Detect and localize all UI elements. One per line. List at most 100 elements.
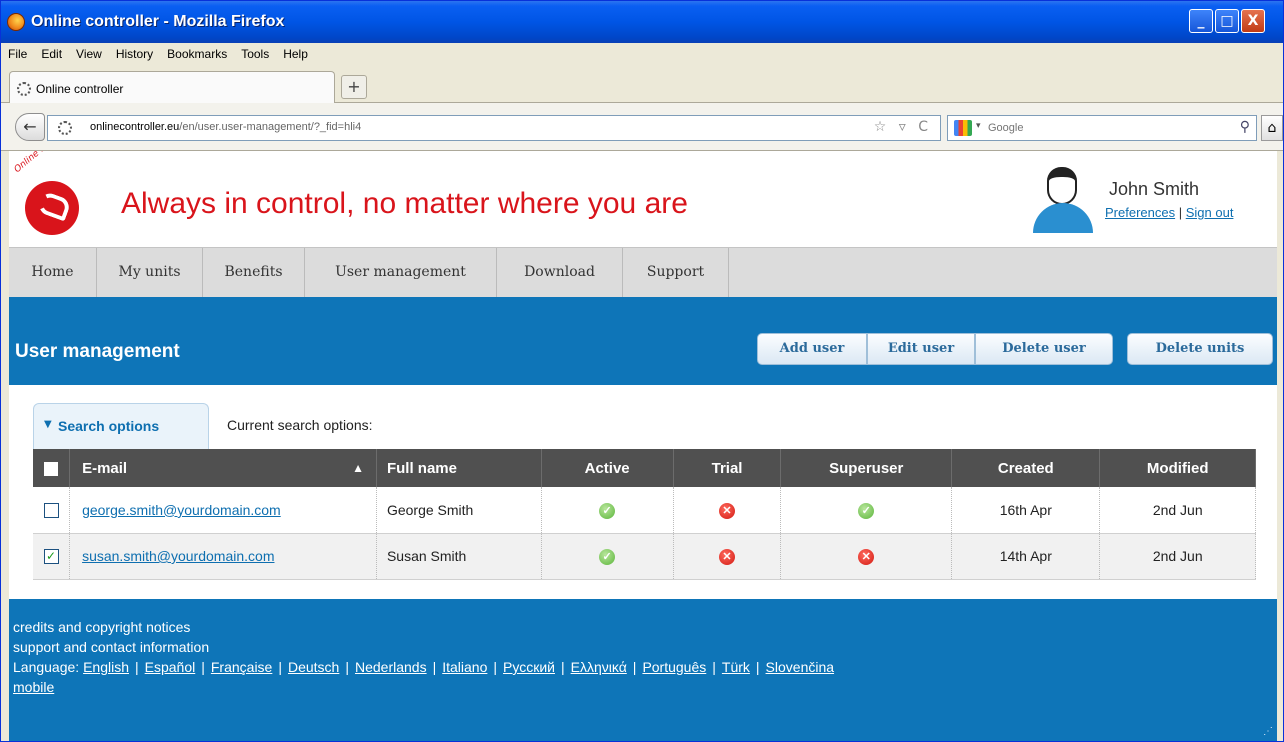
created-cell: 16th Apr bbox=[951, 487, 1101, 534]
menu-history[interactable]: History bbox=[109, 43, 160, 61]
nav-benefits[interactable]: Benefits bbox=[203, 248, 305, 298]
column-created[interactable]: Created bbox=[951, 449, 1101, 487]
current-search-options: Current search options: bbox=[227, 417, 373, 433]
trial-cell: ✕ bbox=[673, 533, 782, 580]
minimize-button[interactable]: _ bbox=[1189, 9, 1213, 33]
search-icon[interactable]: ⚲ bbox=[1240, 119, 1250, 135]
nav-support[interactable]: Support bbox=[623, 248, 729, 298]
column-full-name[interactable]: Full name bbox=[376, 449, 542, 487]
language-bar: Language: English | Español | Française | Deut… bbox=[13, 659, 834, 675]
language-spanish[interactable]: Español bbox=[145, 659, 196, 675]
edit-user-button[interactable]: Edit user bbox=[867, 333, 975, 365]
credits-link[interactable]: credits and copyright notices bbox=[13, 619, 190, 635]
language-dutch[interactable]: Nederlands bbox=[355, 659, 427, 675]
language-russian[interactable]: Русский bbox=[503, 659, 555, 675]
select-all-checkbox[interactable] bbox=[44, 461, 59, 476]
menu-bookmarks[interactable]: Bookmarks bbox=[160, 43, 234, 61]
page-viewport: Online controller Always in control, no … bbox=[9, 151, 1277, 741]
delete-units-button[interactable]: Delete units bbox=[1127, 333, 1273, 365]
maximize-button[interactable]: □ bbox=[1215, 9, 1239, 33]
separator: | bbox=[493, 659, 498, 675]
row-checkbox[interactable] bbox=[43, 503, 59, 519]
nav-download[interactable]: Download bbox=[497, 248, 623, 298]
language-german[interactable]: Deutsch bbox=[288, 659, 339, 675]
language-label: Language: bbox=[13, 659, 80, 675]
language-english[interactable]: English bbox=[83, 659, 129, 675]
user-panel: ▼ Search options Current search options:… bbox=[9, 385, 1277, 599]
separator: | bbox=[278, 659, 282, 675]
column-email[interactable]: E-mail ▲ bbox=[69, 449, 377, 487]
row-checkbox[interactable]: ✓ bbox=[43, 549, 59, 565]
back-button[interactable]: ← bbox=[15, 113, 45, 141]
menu-edit[interactable]: Edit bbox=[34, 43, 69, 61]
preferences-link[interactable]: Preferences bbox=[1105, 205, 1175, 220]
delete-user-button[interactable]: Delete user bbox=[975, 333, 1113, 365]
table-row[interactable]: ✓ susan.smith@yourdomain.com Susan Smith… bbox=[33, 533, 1256, 580]
separator: | bbox=[345, 659, 349, 675]
column-active[interactable]: Active bbox=[541, 449, 674, 487]
url-bar[interactable]: onlinecontroller.eu/en/user.user-managem… bbox=[47, 115, 941, 141]
separator: | bbox=[432, 659, 437, 675]
menu-bar: File Edit View History Bookmarks Tools Help bbox=[1, 43, 1283, 67]
column-superuser[interactable]: Superuser bbox=[780, 449, 953, 487]
engine-dropdown-icon[interactable]: ▾ bbox=[976, 121, 981, 131]
cross-circle-icon: ✕ bbox=[719, 502, 736, 519]
separator: | bbox=[712, 659, 716, 675]
tab-online-controller[interactable]: Online controller bbox=[9, 71, 335, 104]
language-slovenian[interactable]: Slovenčina bbox=[766, 659, 835, 675]
sign-out-link[interactable]: Sign out bbox=[1186, 205, 1234, 220]
language-french[interactable]: Française bbox=[211, 659, 272, 675]
url-action-icons[interactable]: ☆ ▿ C bbox=[874, 119, 932, 135]
language-italian[interactable]: Italiano bbox=[442, 659, 487, 675]
user-name: John Smith bbox=[1109, 179, 1200, 199]
separator: | bbox=[632, 659, 637, 675]
google-engine-icon[interactable] bbox=[954, 120, 972, 136]
site-logo[interactable]: Online controller bbox=[13, 151, 97, 237]
menu-view[interactable]: View bbox=[69, 43, 109, 61]
table-header-row: E-mail ▲ Full name Active Trial Superuser… bbox=[33, 449, 1256, 487]
language-portuguese[interactable]: Português bbox=[642, 659, 706, 675]
language-turkish[interactable]: Türk bbox=[722, 659, 750, 675]
column-email-label: E-mail bbox=[82, 459, 128, 477]
full-name-cell: Susan Smith bbox=[376, 533, 542, 580]
table-row[interactable]: george.smith@yourdomain.com George Smith… bbox=[33, 487, 1256, 534]
menu-tools[interactable]: Tools bbox=[234, 43, 276, 61]
active-cell: ✓ bbox=[541, 487, 674, 534]
browser-window: Online controller - Mozilla Firefox _ □ … bbox=[0, 0, 1284, 742]
active-cell: ✓ bbox=[541, 533, 674, 580]
resize-grip-icon[interactable]: ⋰ bbox=[1263, 726, 1273, 737]
avatar-head-icon bbox=[1047, 167, 1077, 205]
created-cell: 14th Apr bbox=[951, 533, 1101, 580]
new-tab-button[interactable]: + bbox=[341, 75, 367, 99]
url-text[interactable]: onlinecontroller.eu/en/user.user-managem… bbox=[90, 121, 361, 133]
language-greek[interactable]: Ελληνικά bbox=[571, 659, 627, 675]
close-button[interactable]: X bbox=[1241, 9, 1265, 33]
url-host: onlinecontroller.eu bbox=[90, 121, 180, 133]
search-options-tab[interactable]: ▼ Search options bbox=[33, 403, 209, 449]
trial-cell: ✕ bbox=[673, 487, 782, 534]
sort-ascending-icon[interactable]: ▲ bbox=[352, 461, 364, 475]
home-button[interactable]: ⌂ bbox=[1261, 115, 1283, 141]
nav-home[interactable]: Home bbox=[9, 248, 97, 298]
site-identity-icon[interactable] bbox=[58, 121, 72, 135]
row-select-cell bbox=[33, 487, 71, 534]
search-bar[interactable]: ▾ ⚲ bbox=[947, 115, 1257, 141]
row-select-cell: ✓ bbox=[33, 533, 71, 580]
search-input[interactable] bbox=[988, 119, 1218, 137]
mobile-link-wrap: mobile bbox=[13, 679, 54, 695]
column-trial[interactable]: Trial bbox=[673, 449, 782, 487]
user-links: Preferences | Sign out bbox=[1105, 205, 1233, 220]
page-title: User management bbox=[15, 341, 180, 362]
column-modified[interactable]: Modified bbox=[1099, 449, 1256, 487]
add-user-button[interactable]: Add user bbox=[757, 333, 867, 365]
menu-help[interactable]: Help bbox=[276, 43, 315, 61]
content-area: ▼ Search options Current search options:… bbox=[9, 385, 1277, 601]
mobile-link[interactable]: mobile bbox=[13, 679, 54, 695]
email-link[interactable]: susan.smith@yourdomain.com bbox=[82, 548, 274, 564]
separator: | bbox=[755, 659, 760, 675]
nav-user-management[interactable]: User management bbox=[305, 248, 497, 298]
nav-my-units[interactable]: My units bbox=[97, 248, 203, 298]
menu-file[interactable]: File bbox=[1, 43, 34, 61]
email-link[interactable]: george.smith@yourdomain.com bbox=[82, 502, 281, 518]
support-link[interactable]: support and contact information bbox=[13, 639, 209, 655]
